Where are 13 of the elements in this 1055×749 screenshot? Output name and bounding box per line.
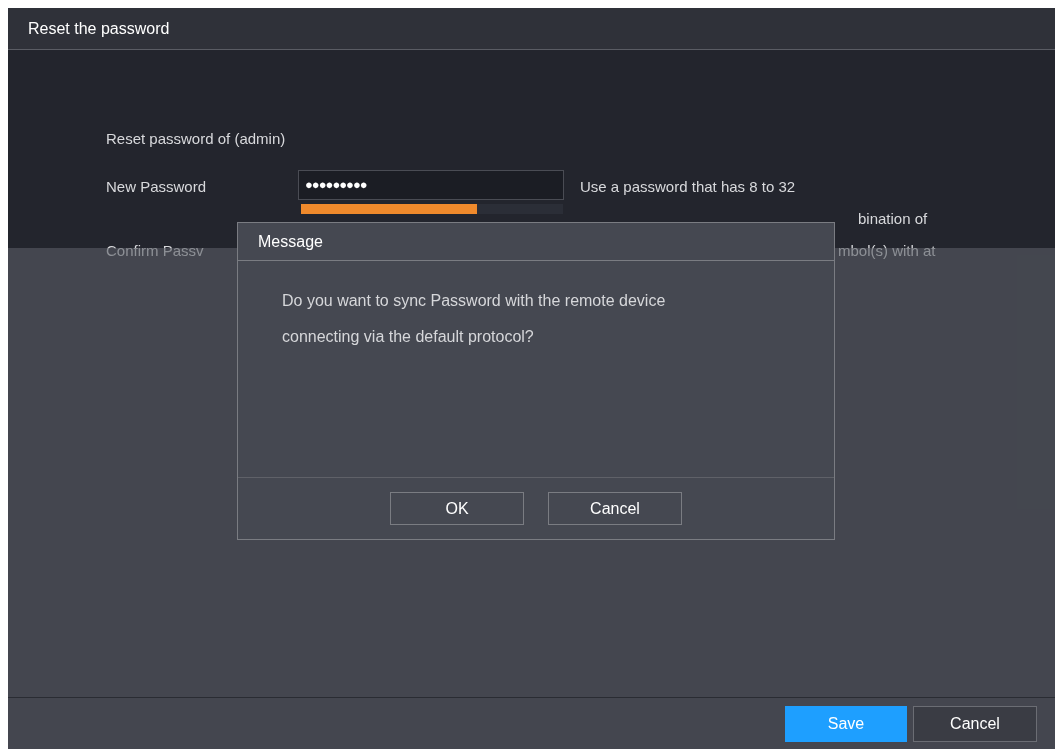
hint-text: mbol(s) with at xyxy=(838,241,936,261)
cancel-button[interactable]: Cancel xyxy=(548,492,682,525)
dialog-title: Message xyxy=(258,231,323,252)
form-heading: Reset password of (admin) xyxy=(106,129,286,149)
window-title: Reset the password xyxy=(28,18,170,39)
password-field[interactable]: ●●●●●●●●● xyxy=(298,170,564,200)
field-label: Confirm Passv xyxy=(106,241,204,261)
ok-button[interactable]: OK xyxy=(390,492,524,525)
hint-text: bination of xyxy=(858,209,928,229)
hint-text: Use a password that has 8 to 32 xyxy=(580,177,796,197)
cancel-button[interactable]: Cancel xyxy=(913,705,1037,742)
field-label: New Password xyxy=(106,177,207,197)
dialog-message: Do you want to sync Password with the remote device connecting via the default protocol? xyxy=(282,291,667,347)
